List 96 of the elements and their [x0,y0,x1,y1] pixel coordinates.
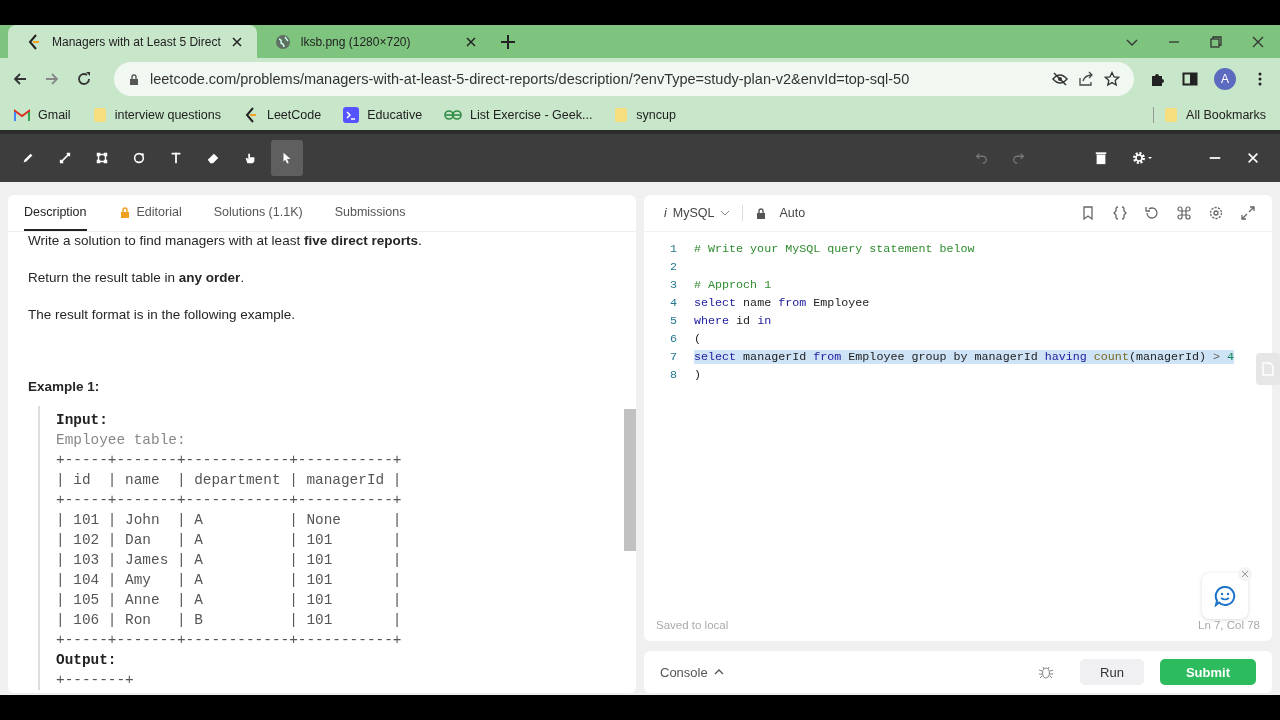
run-button[interactable]: Run [1080,659,1144,685]
side-panel-icon[interactable] [1182,71,1198,87]
command-icon[interactable] [1176,205,1192,221]
bookmark-link[interactable]: Educative [367,108,423,122]
line-number: 7 [669,350,678,364]
address-bar[interactable]: leetcode.com/problems/managers-with-at-least-5-direct-reports/description/?envType=study-plan-v2&envId=top-sql-50 [114,62,1134,96]
bookmark-link[interactable]: Gmail [38,108,71,122]
bookmark-link[interactable]: interview questions [114,108,221,122]
pen-icon [21,151,35,165]
profile-avatar[interactable]: A [1214,68,1236,90]
globe-icon [274,33,291,50]
line-number: 4 [669,296,678,310]
paragraph: The result format is in the following example. [28,306,297,324]
chevron-up-icon[interactable] [713,667,724,677]
table-text-line: | 101 | John | A | None | [56,511,403,530]
redo-icon[interactable] [1012,151,1026,165]
lock-icon[interactable] [755,207,768,219]
braces-icon[interactable] [1112,205,1128,221]
example-label: Input: [56,411,109,430]
tab[interactable]: Submissions [334,195,406,231]
bookmarks-link[interactable]: All Bookmarks [1186,108,1266,122]
paragraph: Write a solution to find managers with at least five direct reports. [28,232,423,250]
line-number: 8 [669,368,678,382]
folder-icon [1164,107,1179,123]
back-icon[interactable] [12,71,28,87]
bookmark-link[interactable]: List Exercise - Geek... [470,108,593,122]
line-number: 6 [669,332,678,346]
folder-icon [614,107,629,123]
eraser-icon [206,151,220,165]
bookmark-link[interactable]: syncup [636,108,676,122]
line-number: 1 [669,242,678,256]
trash-icon[interactable] [1094,151,1108,165]
bug-icon[interactable] [1038,664,1055,680]
table-text-line: +-----+-------+------------+-----------+ [56,491,403,510]
browser-tab[interactable]: lksb.png (1280×720) [256,25,491,58]
circle-icon [132,151,146,165]
scrollbar-thumb[interactable] [624,409,636,551]
gfg-icon [444,109,463,121]
rectangle-icon [95,151,109,165]
star-icon[interactable] [1104,71,1120,87]
close-icon[interactable] [1252,35,1264,48]
table-text-line: | 104 | Amy | A | 101 | [56,571,403,590]
table-text-line: +-----+-------+------------+-----------+ [56,451,403,470]
folder-icon [92,107,107,123]
puzzle-icon[interactable] [1150,71,1166,87]
table-text-line: | 103 | James | A | 101 | [56,551,403,570]
table-caption: Employee table: [56,431,187,450]
terminal-icon [343,107,360,123]
line-number: 5 [669,314,678,328]
table-text-line: +-------+ [56,671,135,690]
bookmark-link[interactable]: LeetCode [266,108,322,122]
share-icon[interactable] [1078,71,1094,87]
restore-icon[interactable] [1210,35,1222,48]
tool-button[interactable] [271,140,303,176]
undo-icon[interactable] [974,151,988,165]
console-toggle[interactable]: Console [660,664,724,680]
example-label: Output: [56,651,118,670]
mode-label[interactable]: Auto [779,206,806,220]
tab[interactable]: Editorial [118,195,182,231]
language-dropdown[interactable]: i MySQL [664,206,731,220]
expand-icon[interactable] [1240,205,1256,221]
new-tab-icon[interactable] [500,34,515,49]
browser-tab[interactable]: Managers with at Least 5 Direct [8,25,257,58]
close-icon [1241,570,1249,578]
forward-icon[interactable] [44,71,60,87]
table-text-line: | 105 | Anne | A | 101 | [56,591,403,610]
settings-icon[interactable] [1208,205,1224,221]
table-text-line: +-----+-------+------------+-----------+ [56,631,403,650]
close-icon[interactable] [464,35,477,48]
reload-icon[interactable] [76,71,92,87]
bookmark-icon[interactable] [1080,205,1096,221]
document-icon [1262,362,1274,376]
dismiss-button[interactable] [1238,567,1252,581]
table-text-line: | 102 | Dan | A | 101 | [56,531,403,550]
lock-icon[interactable] [128,73,140,85]
line-number: 2 [669,260,678,274]
cursor-position: Ln 7, Col 78 [1198,619,1260,633]
table-text-line: | id | name | department | managerId | [56,471,403,490]
paragraph: Return the result table in any order. [28,269,246,287]
save-status: Saved to local [656,619,729,633]
close-icon[interactable] [230,35,243,48]
example-heading: Example 1: [28,379,101,394]
tab[interactable]: Description [24,195,87,231]
line-number: 3 [669,278,678,292]
text-tool-icon [169,151,183,165]
smiley-chat-icon [1214,585,1236,607]
mail-icon [14,108,30,122]
table-text-line: | 106 | Ron | B | 101 | [56,611,403,630]
feedback-button[interactable] [1202,573,1248,619]
eye-off-icon[interactable] [1052,71,1068,87]
reset-icon[interactable] [1144,205,1160,221]
hand-icon [243,151,257,165]
tab[interactable]: Solutions (1.1K) [213,195,303,231]
leetcode-icon [26,33,42,50]
chevron-down-icon[interactable] [720,208,731,218]
line-icon [58,151,72,165]
